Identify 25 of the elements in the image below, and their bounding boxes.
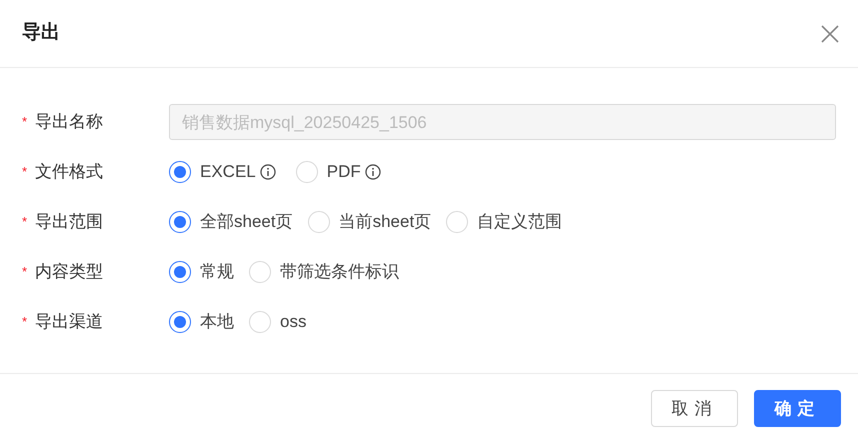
dialog-title: 导出 [22,21,60,46]
field-label: 导出名称 [35,111,103,134]
required-mark: * [22,313,28,332]
field-label: 内容类型 [35,261,103,284]
required-mark: * [22,113,28,132]
radio-option[interactable]: 常规 [169,259,234,285]
radio-option[interactable]: 带筛选条件标识 [249,259,399,285]
field-label: 导出范围 [35,211,103,234]
radio-option[interactable]: 全部sheet页 [169,209,293,235]
info-icon[interactable] [260,164,276,180]
radio-option[interactable]: EXCEL [169,159,256,185]
field-label: 导出渠道 [35,311,103,334]
confirm-button[interactable]: 确定 [754,390,841,427]
radio-option[interactable]: PDF [296,159,361,185]
radio-option[interactable]: 本地 [169,309,234,335]
field-label: 文件格式 [35,161,103,184]
info-icon[interactable] [364,164,381,180]
close-button[interactable] [820,24,840,44]
required-mark: * [22,163,28,182]
radio-option[interactable]: 当前sheet页 [308,209,432,235]
cancel-button[interactable]: 取消 [651,390,738,427]
required-mark: * [22,213,28,232]
radio-option[interactable]: 自定义范围 [446,209,562,235]
required-mark: * [22,263,28,282]
radio-option[interactable]: oss [249,309,306,335]
